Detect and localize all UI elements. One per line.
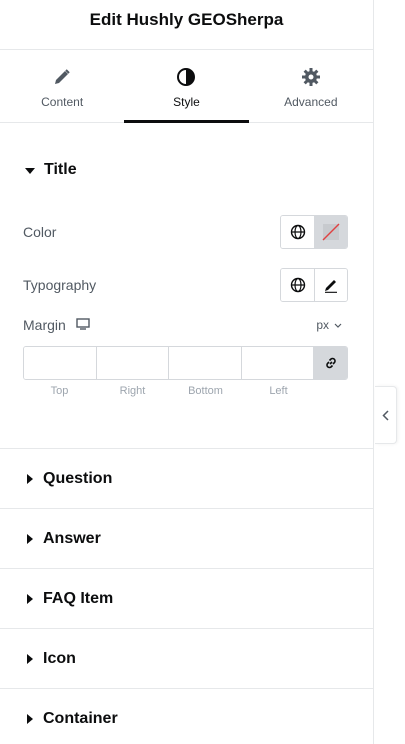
chevron-down-icon xyxy=(334,323,342,328)
pencil-icon xyxy=(325,280,337,293)
section-faq-item[interactable]: FAQ Item xyxy=(0,569,373,629)
section-question-label: Question xyxy=(43,469,113,487)
panel-title: Edit Hushly GEOSherpa xyxy=(89,9,284,29)
caret-right-icon xyxy=(27,653,33,664)
link-icon xyxy=(325,357,336,369)
typography-buttons xyxy=(280,268,348,302)
collapse-panel-button[interactable] xyxy=(375,386,397,444)
color-buttons xyxy=(280,215,348,249)
global-typography-button[interactable] xyxy=(281,269,314,301)
dim-label-top: Top xyxy=(50,385,69,397)
section-container[interactable]: Container xyxy=(0,689,373,744)
margin-top-input[interactable] xyxy=(24,347,97,379)
section-answer-label: Answer xyxy=(43,529,101,547)
tab-content[interactable]: Content xyxy=(0,50,124,122)
desktop-icon[interactable] xyxy=(76,317,90,333)
panel-tabs: Content Style Advanced xyxy=(0,50,373,123)
color-control: Color xyxy=(23,215,348,249)
unit-value: px xyxy=(316,318,329,332)
margin-inputs xyxy=(23,346,348,380)
tab-style[interactable]: Style xyxy=(124,50,249,123)
margin-left-input[interactable] xyxy=(241,347,314,379)
globe-icon xyxy=(290,277,305,293)
section-question[interactable]: Question xyxy=(0,449,373,509)
edit-typography-button[interactable] xyxy=(314,269,347,301)
margin-right-input[interactable] xyxy=(96,347,169,379)
caret-right-icon xyxy=(27,593,33,604)
section-faq-item-label: FAQ Item xyxy=(43,589,114,607)
dim-label-bottom: Bottom xyxy=(188,385,223,397)
dim-label-left: Left xyxy=(269,385,288,397)
dim-label-right: Right xyxy=(119,385,146,397)
pencil-icon xyxy=(52,67,72,87)
typography-control: Typography xyxy=(23,268,348,302)
link-values-button[interactable] xyxy=(314,347,347,379)
tab-advanced[interactable]: Advanced xyxy=(249,50,373,122)
section-title-toggle[interactable]: Title xyxy=(25,161,77,179)
typography-label: Typography xyxy=(23,277,97,293)
color-label: Color xyxy=(23,224,57,240)
caret-right-icon xyxy=(27,713,33,724)
global-color-button[interactable] xyxy=(281,216,314,248)
contrast-icon xyxy=(176,67,196,87)
section-answer[interactable]: Answer xyxy=(0,509,373,569)
section-icon-label: Icon xyxy=(43,649,76,667)
caret-right-icon xyxy=(27,533,33,544)
tab-advanced-label: Advanced xyxy=(284,95,338,109)
margin-control-header: Margin px xyxy=(23,317,348,333)
color-swatch-button[interactable] xyxy=(314,216,347,248)
panel-header: Edit Hushly GEOSherpa xyxy=(0,0,373,50)
chevron-left-icon xyxy=(382,409,389,421)
margin-label-group: Margin xyxy=(23,317,90,333)
no-color-swatch-icon xyxy=(322,223,340,241)
margin-label: Margin xyxy=(23,317,66,333)
caret-right-icon xyxy=(27,473,33,484)
globe-icon xyxy=(290,224,305,240)
preview-area-edge xyxy=(375,0,405,744)
unit-select[interactable]: px xyxy=(316,318,342,332)
section-container-label: Container xyxy=(43,709,118,727)
section-title-label: Title xyxy=(44,161,77,178)
editor-panel: Edit Hushly GEOSherpa Content Style Adva… xyxy=(0,0,374,744)
tab-content-label: Content xyxy=(41,95,84,109)
section-title: Title Color Typography Margin px Top Rig… xyxy=(0,123,373,449)
margin-bottom-input[interactable] xyxy=(169,347,242,379)
section-icon[interactable]: Icon xyxy=(0,629,373,689)
tab-style-label: Style xyxy=(173,95,200,109)
gear-icon xyxy=(301,67,321,87)
margin-input-labels: Top Right Bottom Left xyxy=(23,385,315,397)
caret-down-icon xyxy=(25,161,35,179)
